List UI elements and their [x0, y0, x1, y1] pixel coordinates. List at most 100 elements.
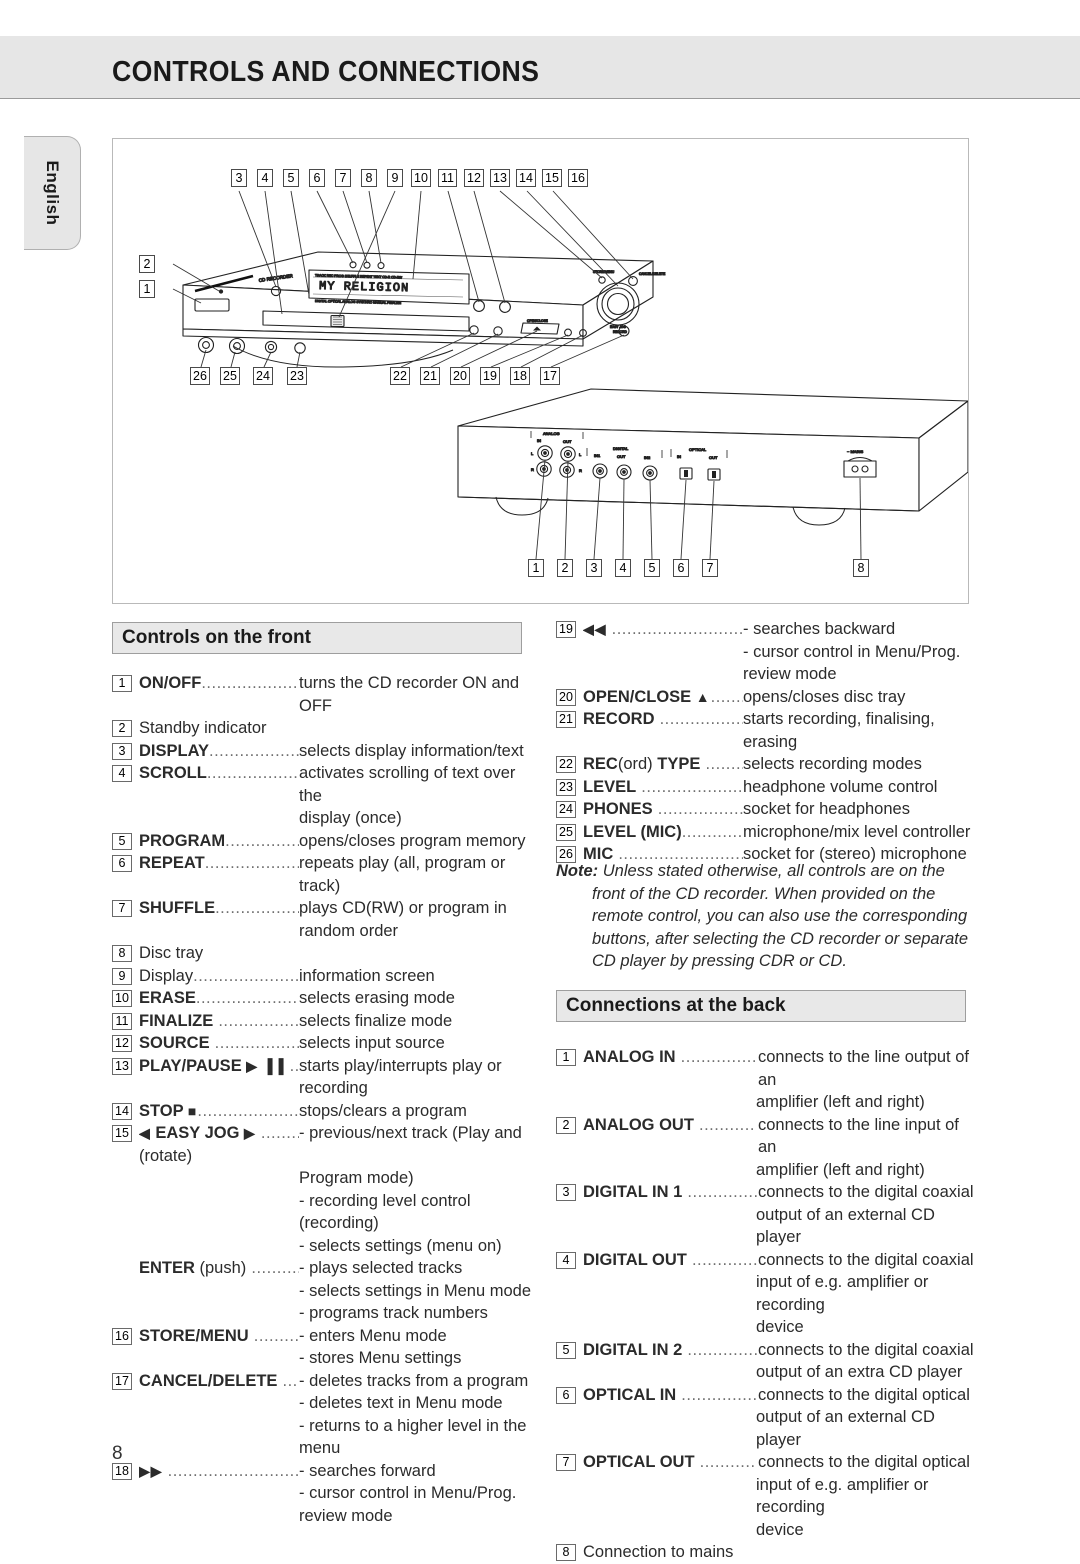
right-column-lists: 19 ◀◀ ........................... - search… [556, 618, 976, 866]
callout-8: 8 [361, 169, 377, 187]
item-description-continued: menu [112, 1437, 532, 1460]
item-label-cell: ON/OFF........................ [139, 672, 299, 695]
list-item: 9 Display..........................inform… [112, 965, 532, 988]
item-label: DIGITAL IN 2 [583, 1340, 683, 1359]
item-description-continued: - cursor control in Menu/Prog. [556, 641, 976, 664]
callout-12: 12 [464, 169, 484, 187]
item-label-cell: OPEN/CLOSE ▲.......... [583, 686, 743, 709]
item-description: connects to the digital coaxial [758, 1340, 974, 1359]
callout-18: 18 [510, 367, 530, 385]
note-prefix: Note: [556, 862, 599, 880]
item-description: socket for headphones [743, 800, 910, 818]
item-description-line: - cursor control in Menu/Prog. [299, 1484, 517, 1502]
item-label: CANCEL/DELETE [139, 1371, 278, 1390]
item-label-cell: REPEAT....................... [139, 852, 299, 875]
list-item: 13 PLAY/PAUSE ▶ ▐▐ ......starts play/inte… [112, 1055, 532, 1100]
item-label-cell: CANCEL/DELETE ...... [139, 1370, 299, 1393]
item-number-16: 16 [112, 1327, 132, 1345]
leader-dots: ............... [681, 822, 743, 841]
item-description: headphone volume control [743, 777, 938, 796]
list-item: 21 RECORD .....................starts rec… [556, 708, 976, 753]
callout-5: 5 [283, 169, 299, 187]
item-description-line: output of an external CD player [756, 1205, 935, 1247]
item-label-cell: OPTICAL IN ............... [583, 1384, 758, 1407]
callout-19: 19 [480, 367, 500, 385]
item-description-line: - returns to a higher level in the [299, 1416, 527, 1435]
item-number-17: 17 [112, 1372, 132, 1390]
item-label: ENTER (push) [139, 1259, 247, 1277]
leader-dots: ............ [705, 755, 743, 773]
list-item: 1 ANALOG IN ............... connects to th… [556, 1046, 976, 1114]
leader-dots: .......... [710, 687, 743, 706]
callout-11: 11 [438, 169, 457, 187]
item-number-6: 6 [556, 1386, 576, 1404]
leader-dots: ..................... [659, 710, 743, 728]
leader-dots: ..................... [214, 1034, 299, 1052]
item-description: turns the CD recorder ON and OFF [299, 674, 520, 715]
item-label: ◀ EASY JOG ▶ [139, 1124, 256, 1142]
item-label: DISPLAY [139, 741, 209, 760]
item-description-continued: review mode [556, 663, 976, 686]
item-description: stops/clears a program [299, 1101, 467, 1120]
item-number-3: 3 [112, 742, 132, 760]
callout-17: 17 [540, 367, 560, 385]
item-number-5: 5 [112, 832, 132, 850]
item-label-cell: ERASE........................ [139, 987, 299, 1010]
callout-20: 20 [450, 367, 470, 385]
item-sublabel-row: (rotate) [112, 1145, 532, 1168]
item-number-12: 12 [112, 1035, 132, 1052]
item-description: information screen [299, 966, 435, 985]
item-description-continued: output of an external CD player [556, 1406, 976, 1451]
svg-text:IN: IN [677, 454, 681, 459]
list-item: 23 LEVEL ..........................headph… [556, 776, 976, 799]
note-body: Unless stated otherwise, all controls ar… [592, 862, 969, 970]
item-description-continued: device [556, 1519, 976, 1542]
item-number-2: 2 [556, 1116, 576, 1134]
list-item: 7 SHUFFLE.....................plays CD(RW… [112, 897, 532, 942]
item-description: selects recording modes [743, 755, 922, 773]
item-label-cell: SHUFFLE..................... [139, 897, 299, 920]
rear-callout-1: 1 [528, 559, 544, 577]
item-label-cell: DISPLAY...................... [139, 740, 299, 763]
item-label-cell: PLAY/PAUSE ▶ ▐▐ ...... [139, 1055, 299, 1078]
callout-21: 21 [420, 367, 440, 385]
item-description-continued: - selects settings in Menu mode [112, 1280, 532, 1303]
note-block: Note: Unless stated otherwise, all contr… [556, 860, 976, 973]
item-number-8: 8 [556, 1544, 576, 1561]
item-label: Disc tray [139, 944, 204, 962]
item-number-23: 23 [556, 778, 576, 796]
item-description-line: - cursor control in Menu/Prog. [743, 642, 961, 661]
rear-callout-3: 3 [586, 559, 602, 577]
item-description-continued: - selects settings (menu on) [112, 1235, 532, 1258]
item-label: STOP ■ [139, 1101, 198, 1120]
item-label-cell: Disc tray [139, 942, 299, 965]
item-label-cell: STOP ■....................... [139, 1100, 299, 1123]
item-description-continued: - recording level control (recording) [112, 1190, 532, 1235]
item-label-cell: SOURCE ..................... [139, 1032, 299, 1055]
item-description-continued: - deletes text in Menu mode [112, 1392, 532, 1415]
list-item: 14 STOP ■.......................stops/cle… [112, 1100, 532, 1123]
leader-dots: .......................... [193, 966, 299, 985]
section-header-connections-back: Connections at the back [556, 990, 966, 1022]
item-label: ◀◀ [583, 621, 607, 637]
item-description-line: device [756, 1520, 804, 1539]
leader-dots: ........... [693, 1115, 755, 1134]
item-number-3: 3 [556, 1184, 576, 1201]
item-description-line: random order [299, 921, 399, 940]
leader-dots: ........................ [195, 989, 299, 1007]
rear-callout-4: 4 [615, 559, 631, 577]
list-item: 19 ◀◀ ........................... - search… [556, 618, 976, 686]
item-description: repeats play (all, program or track) [299, 854, 506, 895]
item-description-continued: display (once) [112, 807, 532, 830]
item-number-blank [112, 1260, 132, 1277]
rear-callout-5: 5 [644, 559, 660, 577]
